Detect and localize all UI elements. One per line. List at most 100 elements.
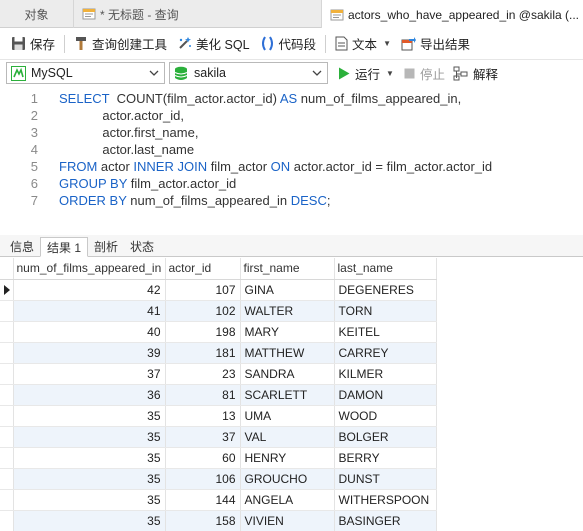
tab-untitled-query[interactable]: * 无标题 - 查询	[74, 0, 322, 28]
connection-type-select[interactable]: MySQL	[6, 62, 165, 84]
cell-actor-id[interactable]: 102	[165, 300, 241, 322]
tab-result-1[interactable]: 结果 1	[40, 237, 89, 257]
cell-last-name[interactable]: BOLGER	[334, 426, 437, 448]
tab-profile[interactable]: 剖析	[88, 236, 124, 256]
cell-num-of-films[interactable]: 39	[13, 342, 166, 364]
explain-icon	[453, 66, 468, 80]
cell-actor-id[interactable]: 81	[165, 384, 241, 406]
cell-first-name[interactable]: VAL	[240, 426, 335, 448]
table-row[interactable]: 37 23 SANDRA KILMER	[0, 363, 437, 385]
cell-last-name[interactable]: DAMON	[334, 384, 437, 406]
tab-info[interactable]: 信息	[4, 236, 40, 256]
cell-last-name[interactable]: KEITEL	[334, 321, 437, 343]
cell-first-name[interactable]: GINA	[240, 279, 335, 301]
cell-num-of-films[interactable]: 35	[13, 489, 166, 511]
cell-num-of-films[interactable]: 35	[13, 510, 166, 531]
cell-first-name[interactable]: ANGELA	[240, 489, 335, 511]
table-row[interactable]: 39 181 MATTHEW CARREY	[0, 342, 437, 364]
explain-button[interactable]: 解释	[453, 64, 498, 83]
tab-bar: 对象 * 无标题 - 查询 actors_who_have_appeared_i…	[0, 0, 583, 28]
run-button[interactable]: 运行 ▼	[338, 64, 394, 83]
cell-first-name[interactable]: GROUCHO	[240, 468, 335, 490]
cell-first-name[interactable]: SANDRA	[240, 363, 335, 385]
code-snippet-button[interactable]: 代码段	[255, 32, 322, 56]
column-header-first-name[interactable]: first_name	[240, 258, 335, 280]
cell-actor-id[interactable]: 13	[165, 405, 241, 427]
row-indicator[interactable]	[0, 468, 14, 490]
hammer-icon	[76, 37, 87, 50]
results-grid[interactable]: num_of_films_appeared_in actor_id first_…	[0, 258, 583, 531]
cell-last-name[interactable]: KILMER	[334, 363, 437, 385]
table-row[interactable]: 35 158 VIVIEN BASINGER	[0, 510, 437, 531]
cell-actor-id[interactable]: 158	[165, 510, 241, 531]
cell-num-of-films[interactable]: 35	[13, 447, 166, 469]
chevron-down-icon: ▼	[386, 68, 394, 78]
cell-actor-id[interactable]: 60	[165, 447, 241, 469]
cell-num-of-films[interactable]: 42	[13, 279, 166, 301]
cell-first-name[interactable]: WALTER	[240, 300, 335, 322]
row-indicator[interactable]	[0, 447, 14, 469]
row-indicator[interactable]	[0, 384, 14, 406]
cell-actor-id[interactable]: 106	[165, 468, 241, 490]
cell-last-name[interactable]: DUNST	[334, 468, 437, 490]
cell-actor-id[interactable]: 107	[165, 279, 241, 301]
tab-objects[interactable]: 对象	[0, 0, 74, 28]
cell-actor-id[interactable]: 144	[165, 489, 241, 511]
export-results-button[interactable]: 导出结果	[396, 32, 475, 56]
table-row[interactable]: 40 198 MARY KEITEL	[0, 321, 437, 343]
table-row[interactable]: 36 81 SCARLETT DAMON	[0, 384, 437, 406]
cell-num-of-films[interactable]: 35	[13, 405, 166, 427]
sql-editor[interactable]: 1 SELECT COUNT(film_actor.actor_id) AS nu…	[0, 88, 583, 228]
cell-actor-id[interactable]: 37	[165, 426, 241, 448]
cell-first-name[interactable]: HENRY	[240, 447, 335, 469]
table-row[interactable]: 35 60 HENRY BERRY	[0, 447, 437, 469]
row-indicator[interactable]	[0, 342, 14, 364]
cell-num-of-films[interactable]: 41	[13, 300, 166, 322]
cell-num-of-films[interactable]: 35	[13, 468, 166, 490]
table-row[interactable]: 35 13 UMA WOOD	[0, 405, 437, 427]
cell-first-name[interactable]: VIVIEN	[240, 510, 335, 531]
cell-first-name[interactable]: UMA	[240, 405, 335, 427]
cell-first-name[interactable]: MATTHEW	[240, 342, 335, 364]
column-header-num-of-films[interactable]: num_of_films_appeared_in	[13, 258, 166, 280]
row-indicator[interactable]	[0, 321, 14, 343]
column-header-actor-id[interactable]: actor_id	[165, 258, 241, 280]
cell-num-of-films[interactable]: 40	[13, 321, 166, 343]
row-indicator[interactable]	[0, 405, 14, 427]
column-header-last-name[interactable]: last_name	[334, 258, 437, 280]
text-mode-button[interactable]: 文本 ▼	[330, 32, 396, 56]
cell-last-name[interactable]: DEGENERES	[334, 279, 437, 301]
cell-last-name[interactable]: WOOD	[334, 405, 437, 427]
table-row[interactable]: 35 144 ANGELA WITHERSPOON	[0, 489, 437, 511]
beautify-sql-button[interactable]: 美化 SQL	[172, 32, 255, 56]
stop-button[interactable]: 停止	[404, 64, 445, 83]
row-indicator[interactable]	[0, 426, 14, 448]
cell-last-name[interactable]: CARREY	[334, 342, 437, 364]
row-indicator[interactable]	[0, 510, 14, 531]
query-builder-button[interactable]: 查询创建工具	[69, 32, 172, 56]
row-indicator[interactable]	[0, 300, 14, 322]
cell-first-name[interactable]: MARY	[240, 321, 335, 343]
cell-actor-id[interactable]: 23	[165, 363, 241, 385]
table-row[interactable]: 42 107 GINA DEGENERES	[0, 279, 437, 301]
save-button[interactable]: 保存	[6, 32, 60, 56]
table-row[interactable]: 35 106 GROUCHO DUNST	[0, 468, 437, 490]
cell-num-of-films[interactable]: 35	[13, 426, 166, 448]
cell-last-name[interactable]: BERRY	[334, 447, 437, 469]
row-indicator[interactable]	[0, 279, 14, 301]
cell-num-of-films[interactable]: 37	[13, 363, 166, 385]
cell-num-of-films[interactable]: 36	[13, 384, 166, 406]
tab-active-query[interactable]: actors_who_have_appeared_in @sakila (...	[322, 0, 583, 28]
database-select[interactable]: sakila	[169, 62, 328, 84]
tab-status[interactable]: 状态	[124, 236, 160, 256]
table-row[interactable]: 35 37 VAL BOLGER	[0, 426, 437, 448]
cell-actor-id[interactable]: 181	[165, 342, 241, 364]
table-row[interactable]: 41 102 WALTER TORN	[0, 300, 437, 322]
cell-last-name[interactable]: BASINGER	[334, 510, 437, 531]
cell-first-name[interactable]: SCARLETT	[240, 384, 335, 406]
cell-last-name[interactable]: WITHERSPOON	[334, 489, 437, 511]
row-indicator[interactable]	[0, 363, 14, 385]
cell-actor-id[interactable]: 198	[165, 321, 241, 343]
row-indicator[interactable]	[0, 489, 14, 511]
cell-last-name[interactable]: TORN	[334, 300, 437, 322]
